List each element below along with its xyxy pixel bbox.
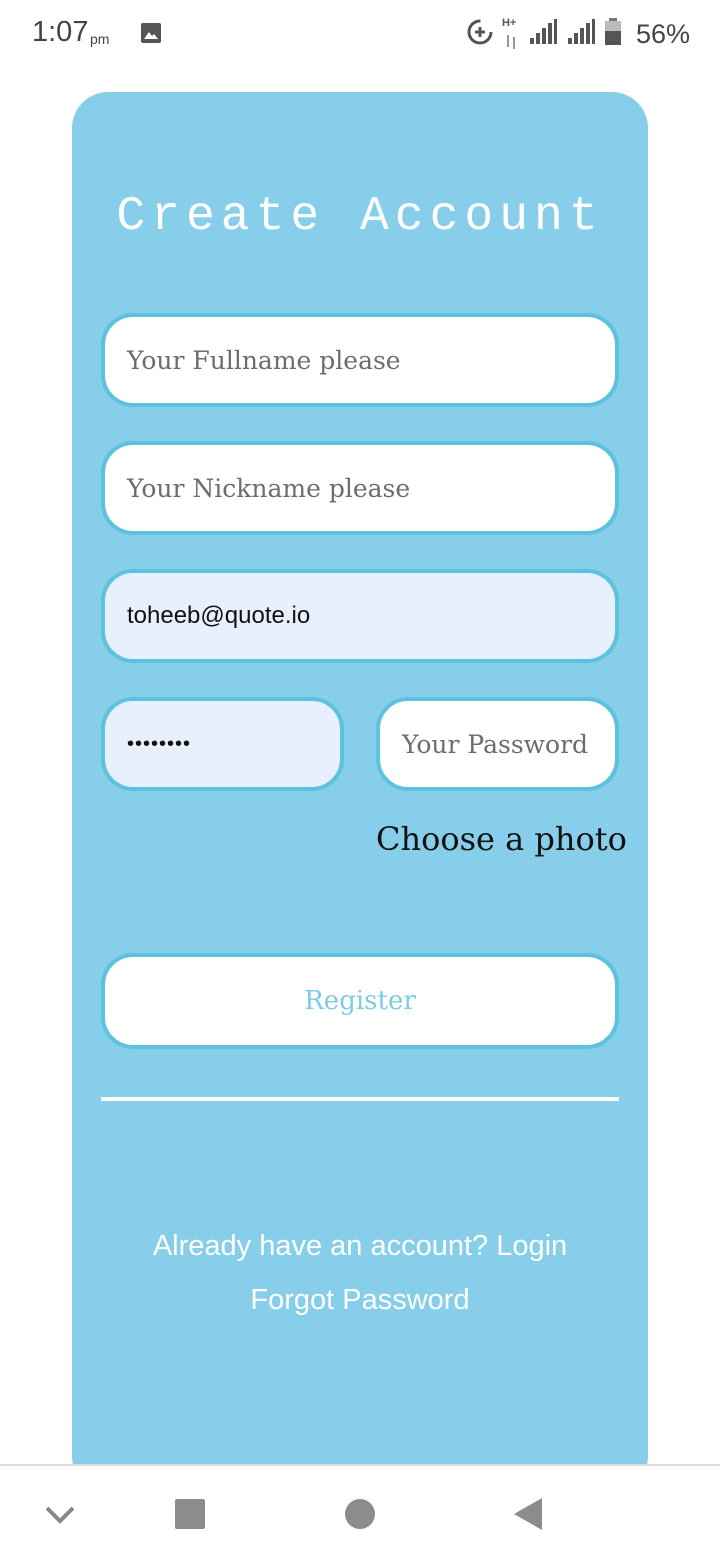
email-input[interactable]: toheeb@quote.io <box>101 569 619 663</box>
page-title: Create Account <box>116 190 604 244</box>
signal-icon-2 <box>566 18 596 51</box>
register-button[interactable]: Register <box>101 953 619 1049</box>
status-time: 1:07 <box>32 16 89 48</box>
home-circle-icon[interactable] <box>320 1466 400 1562</box>
fullname-input[interactable]: Your Fullname please <box>101 313 619 407</box>
battery-percent: 56% <box>635 18 690 49</box>
data-saver-icon <box>466 18 494 51</box>
nickname-placeholder: Your Nickname please <box>127 473 411 503</box>
status-icons: H+ 56% <box>466 14 690 54</box>
register-label: Register <box>304 986 416 1016</box>
email-value: toheeb@quote.io <box>127 602 311 629</box>
back-triangle-icon[interactable] <box>488 1466 568 1562</box>
status-bar: 1:07 pm H+ 56% <box>0 0 720 68</box>
nickname-input[interactable]: Your Nickname please <box>101 441 619 535</box>
gallery-notification-icon <box>140 22 162 44</box>
password-value: •••••••• <box>127 732 192 755</box>
divider <box>101 1097 619 1101</box>
password-input[interactable]: •••••••• <box>101 697 344 791</box>
network-type-label: H+ <box>501 17 517 29</box>
signup-card <box>72 92 648 1492</box>
login-link[interactable]: Already have an account? Login <box>0 1230 720 1263</box>
navigation-bar <box>0 1464 720 1562</box>
signal-icon <box>528 18 558 51</box>
battery-icon <box>604 17 622 51</box>
confirm-password-placeholder: Your Password <box>402 729 589 759</box>
status-ampm: pm <box>90 31 110 47</box>
recents-square-icon[interactable] <box>150 1466 230 1562</box>
choose-photo-button[interactable]: Choose a photo <box>376 820 627 858</box>
chevron-down-icon[interactable] <box>20 1466 100 1562</box>
forgot-password-link[interactable]: Forgot Password <box>0 1284 720 1317</box>
network-type-icon: H+ <box>501 17 520 49</box>
confirm-password-input[interactable]: Your Password <box>376 697 619 791</box>
fullname-placeholder: Your Fullname please <box>127 345 401 375</box>
